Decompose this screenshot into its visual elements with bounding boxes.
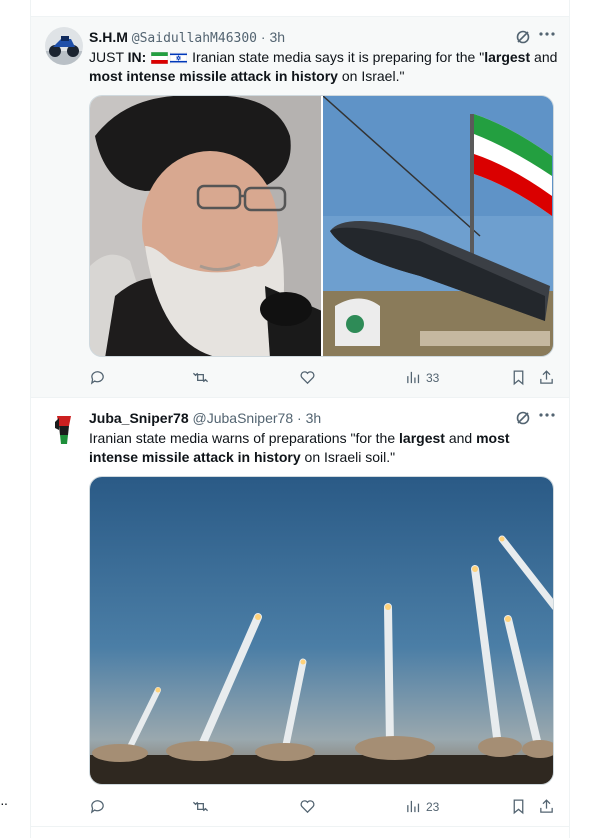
tweet-header: Juba_Sniper78 @JubaSniper78 · 3h xyxy=(89,409,321,427)
display-name[interactable]: S.H.M xyxy=(89,29,128,45)
timeline: S.H.M @SaidullahM46300 · 3h JUST IN: Ira… xyxy=(30,0,570,838)
action-bar: 23 xyxy=(89,798,559,818)
repost-button[interactable] xyxy=(192,369,209,386)
separator: · xyxy=(260,29,266,45)
views-count: 23 xyxy=(426,799,440,814)
retweet-icon[interactable] xyxy=(202,0,220,6)
share-button[interactable] xyxy=(538,798,555,815)
repost-icon xyxy=(192,801,209,812)
timestamp[interactable]: 3h xyxy=(269,29,285,45)
bookmark-icon xyxy=(513,799,524,815)
display-name[interactable]: Juba_Sniper78 xyxy=(89,410,189,426)
like-button[interactable] xyxy=(299,798,316,815)
views-icon xyxy=(407,800,420,813)
repost-button[interactable] xyxy=(192,798,209,815)
views-icon[interactable] xyxy=(441,0,471,6)
reply-icon xyxy=(90,371,104,385)
grok-icon[interactable] xyxy=(515,29,531,45)
grok-icon[interactable] xyxy=(515,410,531,426)
share-icon xyxy=(540,799,553,813)
reply-icon xyxy=(90,800,104,814)
sidebar-more-dots[interactable]: ·· xyxy=(0,795,8,811)
reply-button[interactable] xyxy=(89,798,106,815)
tweet-text: Iranian state media warns of preparation… xyxy=(89,430,510,465)
more-options-icon[interactable] xyxy=(539,31,555,37)
share-button[interactable] xyxy=(538,369,555,386)
previous-post-tail xyxy=(31,0,569,16)
avatar[interactable] xyxy=(45,27,83,65)
iran-flag-icon xyxy=(151,52,169,64)
bookmark-icon xyxy=(513,370,524,386)
timestamp[interactable]: 3h xyxy=(306,410,322,426)
missile-launch-image[interactable] xyxy=(90,477,554,785)
bookmark-button[interactable] xyxy=(510,369,527,386)
separator: · xyxy=(297,410,302,426)
tweet-media[interactable] xyxy=(89,95,554,357)
divider xyxy=(31,826,569,827)
user-handle[interactable]: @SaidullahM46300 xyxy=(132,31,257,46)
action-bar: 33 xyxy=(89,369,559,389)
share-icon xyxy=(540,370,553,384)
views-button[interactable]: 23 xyxy=(405,798,439,815)
more-options-icon[interactable] xyxy=(539,412,555,418)
tweet-text: JUST IN: Iranian state media says it is … xyxy=(89,49,558,84)
heart-icon xyxy=(300,371,315,385)
user-handle[interactable]: @JubaSniper78 xyxy=(193,410,294,426)
views-button[interactable]: 33 xyxy=(405,369,439,386)
tweet-header: S.H.M @SaidullahM46300 · 3h xyxy=(89,28,285,48)
views-count: 33 xyxy=(426,370,440,385)
israel-flag-icon xyxy=(170,52,188,64)
avatar[interactable] xyxy=(45,408,83,446)
reply-button[interactable] xyxy=(89,369,106,386)
bookmark-button[interactable] xyxy=(510,798,527,815)
like-button[interactable] xyxy=(299,369,316,386)
repost-icon xyxy=(192,372,209,383)
tweet[interactable]: Juba_Sniper78 @JubaSniper78 · 3h Iranian… xyxy=(31,398,569,826)
views-icon xyxy=(407,371,420,384)
tweet[interactable]: S.H.M @SaidullahM46300 · 3h JUST IN: Ira… xyxy=(31,17,569,397)
heart-icon xyxy=(300,800,315,814)
image-gap xyxy=(321,96,323,356)
tweet-media[interactable] xyxy=(89,476,554,785)
